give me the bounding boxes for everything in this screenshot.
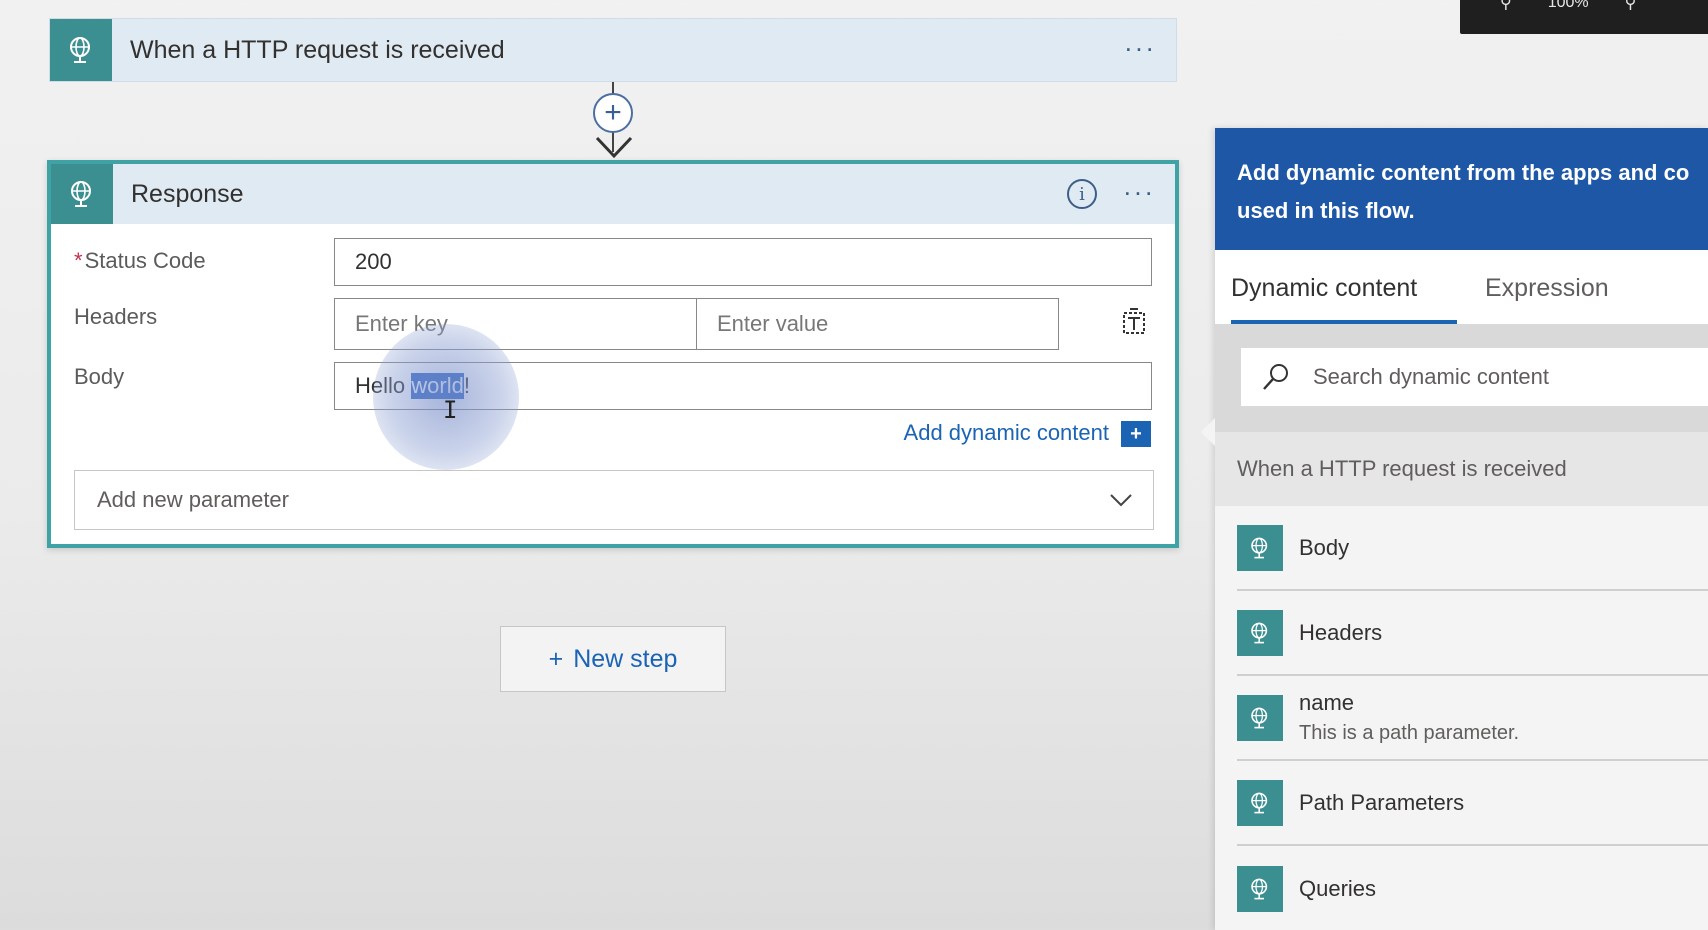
http-globe-icon [1237,779,1283,826]
item-name: Queries [1299,875,1377,901]
list-item[interactable]: name This is a path parameter. [1237,676,1708,761]
zoom-level: 100% [1547,0,1589,11]
zoom-toolbar: ⚲ 100% ⚲ [1460,0,1708,34]
response-more-icon[interactable]: ··· [1123,178,1155,204]
search-icon [1263,364,1288,390]
new-step-button[interactable]: + New step [500,626,726,692]
item-name: Path Parameters [1299,789,1465,815]
headers-label: Headers [74,304,158,329]
text-cursor-icon: I [443,396,458,424]
tab-dynamic-content[interactable]: Dynamic content [1231,274,1417,303]
list-item[interactable]: Headers [1237,591,1708,676]
search-area: Search dynamic content [1215,324,1708,432]
panel-tabs: Dynamic content Expression [1215,250,1708,328]
add-dynamic-content-link[interactable]: Add dynamic content [904,420,1109,446]
list-item[interactable]: Body [1237,506,1708,591]
arrow-down-icon [595,136,633,159]
insert-step-button[interactable]: + [593,93,633,133]
item-description: This is a path parameter. [1299,722,1520,744]
panel-pointer [1201,418,1215,446]
header-key-input[interactable]: Enter key [334,298,697,350]
response-title: Response [131,179,244,208]
body-label: Body [74,364,125,389]
dynamic-content-list: Body Headers name This is a path paramet… [1237,506,1708,930]
header-value-input[interactable]: Enter value [696,298,1059,350]
trigger-more-icon[interactable]: ··· [1124,34,1156,60]
item-name: name [1299,690,1355,715]
item-name: Body [1299,534,1350,560]
trigger-card[interactable]: When a HTTP request is received ··· [49,18,1177,82]
dynamic-content-panel: Add dynamic content from the apps and co… [1201,128,1708,930]
section-header: When a HTTP request is received [1215,432,1708,506]
add-new-parameter-dropdown[interactable]: Add new parameter [74,470,1154,530]
status-code-input[interactable]: 200 [334,238,1152,286]
chevron-down-icon [1110,494,1132,507]
search-input[interactable]: Search dynamic content [1241,348,1708,406]
response-card: Response i ··· *Status Code 200 Headers … [47,160,1179,548]
http-globe-icon [1237,524,1283,571]
add-dynamic-plus-icon[interactable]: + [1121,421,1151,447]
item-name: Headers [1299,619,1383,645]
status-code-label: *Status Code [74,248,206,273]
http-globe-icon [50,19,112,81]
switch-to-text-mode-icon[interactable] [1119,306,1149,336]
list-item[interactable]: Path Parameters [1237,761,1708,846]
panel-banner: Add dynamic content from the apps and co… [1215,128,1708,250]
response-header[interactable]: Response i ··· [51,164,1175,224]
zoom-out-icon[interactable]: ⚲ [1500,0,1512,13]
http-globe-icon [51,164,113,224]
http-globe-icon [1237,694,1283,741]
info-icon[interactable]: i [1067,179,1097,209]
zoom-in-icon[interactable]: ⚲ [1625,0,1637,13]
tab-expression[interactable]: Expression [1485,274,1609,303]
http-globe-icon [1237,865,1283,912]
http-globe-icon [1237,609,1283,656]
trigger-title: When a HTTP request is received [130,35,505,64]
list-item[interactable]: Queries [1237,846,1708,930]
